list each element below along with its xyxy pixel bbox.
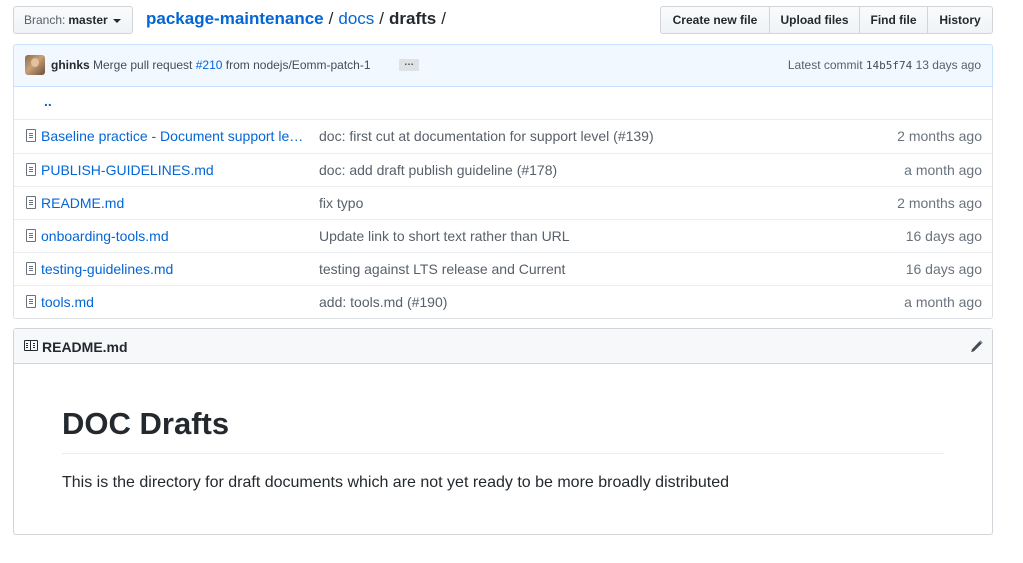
file-age: 2 months ago <box>897 195 982 211</box>
commit-sha-link[interactable]: 14b5f74 <box>866 59 912 72</box>
file-name-link[interactable]: onboarding-tools.md <box>41 228 309 244</box>
file-age: 16 days ago <box>905 228 982 244</box>
readme-heading: DOC Drafts <box>62 406 230 441</box>
file-table: .. Baseline practice - Document support … <box>13 87 993 319</box>
breadcrumb-separator: / <box>441 9 446 28</box>
breadcrumb-separator: / <box>379 9 385 28</box>
create-new-file-button[interactable]: Create new file <box>660 6 770 34</box>
history-button[interactable]: History <box>928 6 993 34</box>
table-row: onboarding-tools.md Update link to short… <box>14 219 992 252</box>
file-commit-message-link[interactable]: doc: first cut at documentation for supp… <box>319 128 654 144</box>
heading-divider <box>62 453 944 454</box>
readme-title: README.md <box>42 339 128 355</box>
file-commit-message-link[interactable]: fix typo <box>319 195 363 211</box>
file-commit-message-link[interactable]: Update link to short text rather than UR… <box>319 228 570 244</box>
readme-header: README.md <box>14 329 992 364</box>
branch-value: master <box>68 13 108 27</box>
breadcrumb: package-maintenance / docs / drafts / <box>146 8 451 30</box>
file-commit-message-link[interactable]: add: tools.md (#190) <box>319 294 447 310</box>
table-row: Baseline practice - Document support lev… <box>14 120 992 153</box>
file-age: a month ago <box>904 162 982 178</box>
commit-pr-link[interactable]: #210 <box>196 58 223 72</box>
commit-message: Merge pull request #210 from nodejs/Eomm… <box>93 58 371 72</box>
file-rows: Baseline practice - Document support lev… <box>14 120 992 318</box>
find-file-button[interactable]: Find file <box>860 6 928 34</box>
breadcrumb-current: drafts <box>389 9 437 28</box>
file-name-link[interactable]: testing-guidelines.md <box>41 261 309 277</box>
book-icon <box>24 340 38 351</box>
file-actions: Create new file Upload files Find file H… <box>660 6 993 34</box>
file-icon <box>26 229 36 242</box>
file-icon <box>26 196 36 209</box>
table-row: README.md fix typo 2 months ago <box>14 186 992 219</box>
readme-panel: README.md DOC Drafts This is the directo… <box>13 328 993 535</box>
file-age: 2 months ago <box>897 128 982 144</box>
latest-commit-label: Latest commit <box>787 58 863 72</box>
file-icon <box>26 262 36 275</box>
file-name-link[interactable]: Baseline practice - Document support lev… <box>41 128 309 144</box>
ellipsis-expander-button[interactable]: … <box>399 58 419 71</box>
commit-tease: ghinks Merge pull request #210 from node… <box>13 44 993 87</box>
breadcrumb-separator: / <box>328 9 334 28</box>
file-name-link[interactable]: PUBLISH-GUIDELINES.md <box>41 162 309 178</box>
file-name-link[interactable]: README.md <box>41 195 309 211</box>
file-name-link[interactable]: tools.md <box>41 294 309 310</box>
caret-down-icon <box>112 18 121 23</box>
file-icon <box>26 129 36 142</box>
commit-message-suffix[interactable]: from nodejs/Eomm-patch-1 <box>226 58 371 72</box>
file-age: a month ago <box>904 294 982 310</box>
commit-message-prefix[interactable]: Merge pull request <box>93 58 192 72</box>
breadcrumb-repo-link[interactable]: package-maintenance <box>146 8 324 30</box>
upload-files-button[interactable]: Upload files <box>770 6 860 34</box>
file-age: 16 days ago <box>905 261 982 277</box>
parent-directory-row: .. <box>14 87 992 120</box>
commit-age: 13 days ago <box>915 58 981 72</box>
file-commit-message-link[interactable]: doc: add draft publish guideline (#178) <box>319 162 557 178</box>
readme-paragraph: This is the directory for draft document… <box>62 474 729 491</box>
table-row: testing-guidelines.md testing against LT… <box>14 252 992 285</box>
breadcrumb-docs-link[interactable]: docs <box>338 8 374 30</box>
commit-author-link[interactable]: ghinks <box>51 58 90 72</box>
latest-commit-info: Latest commit 14b5f74 13 days ago <box>788 58 981 72</box>
file-commit-message-link[interactable]: testing against LTS release and Current <box>319 261 565 277</box>
table-row: tools.md add: tools.md (#190) a month ag… <box>14 285 992 318</box>
branch-select-button[interactable]: Branch: master <box>13 6 133 34</box>
branch-label: Branch: <box>24 13 66 27</box>
pencil-edit-icon[interactable] <box>968 339 984 355</box>
file-icon <box>26 295 36 308</box>
file-icon <box>26 163 36 176</box>
avatar[interactable] <box>25 55 45 75</box>
table-row: PUBLISH-GUIDELINES.md doc: add draft pub… <box>14 153 992 186</box>
parent-directory-link[interactable]: .. <box>44 93 52 109</box>
